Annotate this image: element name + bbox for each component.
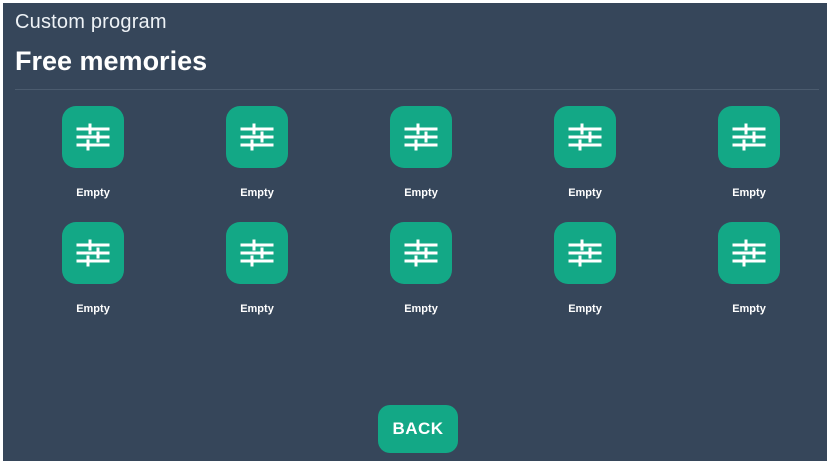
memory-slot-label: Empty <box>76 187 110 199</box>
memory-slot-9[interactable]: Empty <box>540 222 630 322</box>
memory-slot-label: Empty <box>568 187 602 199</box>
back-button[interactable]: BACK <box>378 405 458 453</box>
sliders-icon <box>718 222 780 284</box>
memory-slot-1[interactable]: Empty <box>48 106 138 206</box>
memory-slot-2[interactable]: Empty <box>212 106 302 206</box>
sliders-icon <box>226 222 288 284</box>
memory-slot-label: Empty <box>732 187 766 199</box>
page-subtitle: Custom program <box>15 11 167 33</box>
memory-slot-label: Empty <box>404 303 438 315</box>
memory-row: Empty Empty Empty Empty Empty <box>3 222 827 338</box>
sliders-icon <box>62 222 124 284</box>
header-divider <box>15 89 819 90</box>
sliders-icon <box>390 106 452 168</box>
custom-program-screen: Custom program Free memories Empty Empty… <box>3 3 827 461</box>
memory-slot-3[interactable]: Empty <box>376 106 466 206</box>
memory-slot-8[interactable]: Empty <box>376 222 466 322</box>
memory-slot-4[interactable]: Empty <box>540 106 630 206</box>
sliders-icon <box>718 106 780 168</box>
memory-grid: Empty Empty Empty Empty Empty Empty Empt… <box>3 106 827 338</box>
memory-slot-5[interactable]: Empty <box>704 106 794 206</box>
memory-slot-label: Empty <box>240 187 274 199</box>
memory-slot-label: Empty <box>240 303 274 315</box>
memory-slot-label: Empty <box>568 303 602 315</box>
sliders-icon <box>554 106 616 168</box>
sliders-icon <box>390 222 452 284</box>
memory-slot-6[interactable]: Empty <box>48 222 138 322</box>
sliders-icon <box>554 222 616 284</box>
memory-slot-label: Empty <box>404 187 438 199</box>
sliders-icon <box>226 106 288 168</box>
memory-slot-label: Empty <box>76 303 110 315</box>
memory-slot-label: Empty <box>732 303 766 315</box>
memory-row: Empty Empty Empty Empty Empty <box>3 106 827 222</box>
page-title: Free memories <box>15 46 208 76</box>
memory-slot-10[interactable]: Empty <box>704 222 794 322</box>
memory-slot-7[interactable]: Empty <box>212 222 302 322</box>
sliders-icon <box>62 106 124 168</box>
